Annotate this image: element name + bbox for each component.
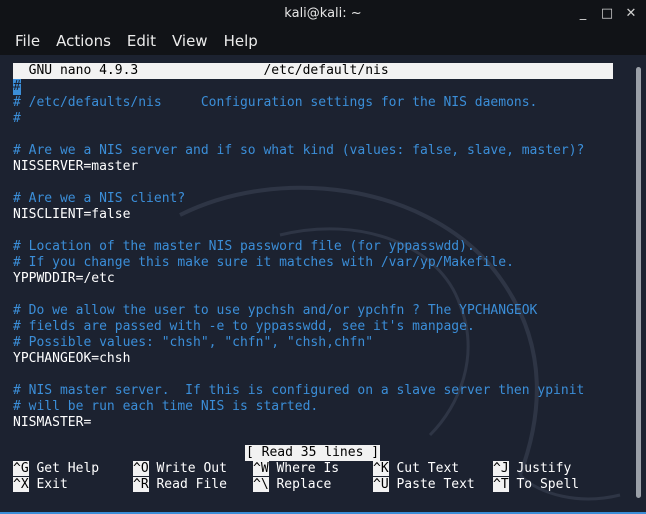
content-line: # /etc/defaults/nis Configuration settin… — [13, 95, 538, 110]
shortcut-item[interactable]: ^X Exit — [13, 477, 68, 493]
content-line: YPCHANGEOK=chsh — [13, 351, 131, 366]
menu-actions[interactable]: Actions — [48, 32, 119, 50]
scrollbar-thumb[interactable] — [636, 67, 641, 498]
minimize-icon[interactable]: _ — [574, 4, 592, 22]
shortcut-item[interactable]: ^O Write Out — [133, 461, 227, 477]
shortcut-key: ^R — [133, 477, 149, 492]
content-line: # fields are passed with -e to yppasswdd… — [13, 319, 475, 334]
nano-header: GNU nano 4.9.3 /etc/default/nis — [13, 63, 613, 79]
shortcut-item[interactable]: ^J Justify — [493, 461, 571, 477]
shortcut-label: Exit — [36, 477, 68, 492]
shortcut-label: Justify — [516, 461, 572, 476]
menu-view[interactable]: View — [164, 32, 216, 50]
content-line: NISMASTER= — [13, 415, 92, 430]
terminal-area[interactable]: GNU nano 4.9.3 /etc/default/nis # # /etc… — [0, 55, 632, 512]
content-line: # If you change this make sure it matche… — [13, 255, 514, 270]
content-line: NISCLIENT=false — [13, 207, 131, 222]
menu-help[interactable]: Help — [216, 32, 266, 50]
shortcut-key: ^O — [133, 461, 149, 476]
content-line: YPPWDDIR=/etc — [13, 271, 115, 286]
close-icon[interactable]: ✕ — [622, 4, 640, 22]
shortcut-key: ^T — [493, 477, 509, 492]
content-line: NISSERVER=master — [13, 159, 139, 174]
shortcut-key: ^X — [13, 477, 29, 492]
menu-edit[interactable]: Edit — [119, 32, 164, 50]
shortcut-item[interactable]: ^R Read File — [133, 477, 227, 493]
maximize-icon[interactable]: □ — [598, 4, 616, 22]
window-controls: _ □ ✕ — [574, 4, 640, 22]
content-line: # Do we allow the user to use ypchsh and… — [13, 303, 538, 318]
shortcut-item[interactable]: ^W Where Is — [253, 461, 339, 477]
shortcut-key: ^K — [373, 461, 389, 476]
content-line: # will be run each time NIS is started. — [13, 399, 319, 414]
content-line: # NIS master server. If this is configur… — [13, 383, 585, 398]
shortcut-label: To Spell — [516, 477, 580, 492]
text-cursor: # — [13, 79, 21, 95]
shortcut-label: Write Out — [156, 461, 227, 476]
shortcut-key: ^U — [373, 477, 389, 492]
content-line: # Are we a NIS server and if so what kin… — [13, 143, 585, 158]
shortcut-label: Paste Text — [396, 477, 475, 492]
shortcut-item[interactable]: ^U Paste Text — [373, 477, 475, 493]
shortcut-item[interactable]: ^T To Spell — [493, 477, 579, 493]
menu-bar: File Actions Edit View Help — [0, 27, 646, 55]
status-message: [ Read 35 lines ] — [245, 445, 381, 461]
window-titlebar: kali@kali: ~ _ □ ✕ — [0, 0, 646, 27]
shortcut-label: Get Help — [36, 461, 100, 476]
shortcut-item[interactable]: ^K Cut Text — [373, 461, 459, 477]
content-line: # — [13, 111, 21, 126]
content-line: # Are we a NIS client? — [13, 191, 186, 206]
shortcut-item[interactable]: ^\ Replace — [253, 477, 331, 493]
shortcut-label: Replace — [276, 477, 332, 492]
shortcut-key: ^\ — [253, 477, 269, 492]
shortcut-label: Read File — [156, 477, 227, 492]
menu-file[interactable]: File — [0, 32, 48, 50]
content-line: # Location of the master NIS password fi… — [13, 239, 475, 254]
shortcut-item[interactable]: ^G Get Help — [13, 461, 99, 477]
window-title: kali@kali: ~ — [284, 6, 362, 21]
shortcut-label: Cut Text — [396, 461, 460, 476]
shortcut-label: Where Is — [276, 461, 340, 476]
shortcut-key: ^G — [13, 461, 29, 476]
shortcut-key: ^W — [253, 461, 269, 476]
shortcut-key: ^J — [493, 461, 509, 476]
content-line: # Possible values: "chsh", "chfn", "chsh… — [13, 335, 374, 350]
